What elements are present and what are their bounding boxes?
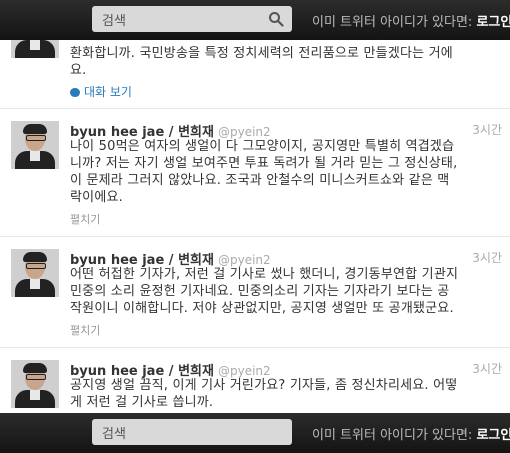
- signin-prompt: 이미 트위터 아이디가 있다면: 로그인: [312, 424, 510, 443]
- login-link[interactable]: 로그인: [476, 428, 510, 443]
- author-handle[interactable]: @pyein2: [218, 364, 271, 378]
- tweet-text: 나이 50먹은 여자의 생얼이 다 그모양이지, 공지영만 특별히 역겹겠습 니…: [70, 139, 458, 205]
- expand-link[interactable]: 펼치기: [70, 211, 100, 227]
- tweet-time[interactable]: 3시간: [472, 249, 502, 266]
- search-box[interactable]: 검색: [92, 419, 292, 445]
- login-link[interactable]: 로그인: [476, 15, 510, 30]
- search-input[interactable]: 검색: [102, 423, 126, 442]
- avatar[interactable]: [11, 360, 59, 408]
- avatar[interactable]: [11, 121, 59, 169]
- search-icon[interactable]: [268, 11, 284, 27]
- signin-prompt: 이미 트위터 아이디가 있다면: 로그인: [312, 11, 510, 30]
- search-box[interactable]: 검색: [92, 6, 292, 32]
- tweet-text: 공지영 생얼 끔직, 이게 기사 거린가요? 기자들, 좀 정신차리세요. 어떻…: [70, 378, 458, 410]
- expand-link[interactable]: 펼치기: [70, 322, 100, 338]
- tweet-time[interactable]: 3시간: [472, 121, 502, 138]
- tweet-item: byun hee jae / 변희재 @pyein2 3시간 어떤 허접한 기자가…: [0, 237, 510, 348]
- tweet-text: 환화합니까. 국민방송을 특정 정치세력의 전리품으로 만들겠다는 거에 요.: [70, 46, 453, 78]
- tweet-time[interactable]: 3시간: [472, 360, 502, 377]
- search-input[interactable]: 검색: [102, 10, 126, 29]
- speech-bubble-icon: [70, 88, 80, 97]
- top-navigation-bar-duplicate: 검색 이미 트위터 아이디가 있다면: 로그인: [0, 413, 510, 453]
- tweet-text: 어떤 허접한 기자가, 저런 걸 기사로 썼나 했더니, 경기동부연합 기관지 …: [70, 267, 459, 316]
- avatar[interactable]: [11, 249, 59, 297]
- author-handle[interactable]: @pyein2: [218, 125, 271, 139]
- top-navigation-bar: 검색 이미 트위터 아이디가 있다면: 로그인: [0, 0, 510, 40]
- view-conversation-link[interactable]: 대화 보기: [70, 83, 132, 100]
- tweet-item: byun hee jae / 변희재 @pyein2 3시간 나이 50먹은 여자…: [0, 109, 510, 237]
- author-handle[interactable]: @pyein2: [218, 253, 271, 267]
